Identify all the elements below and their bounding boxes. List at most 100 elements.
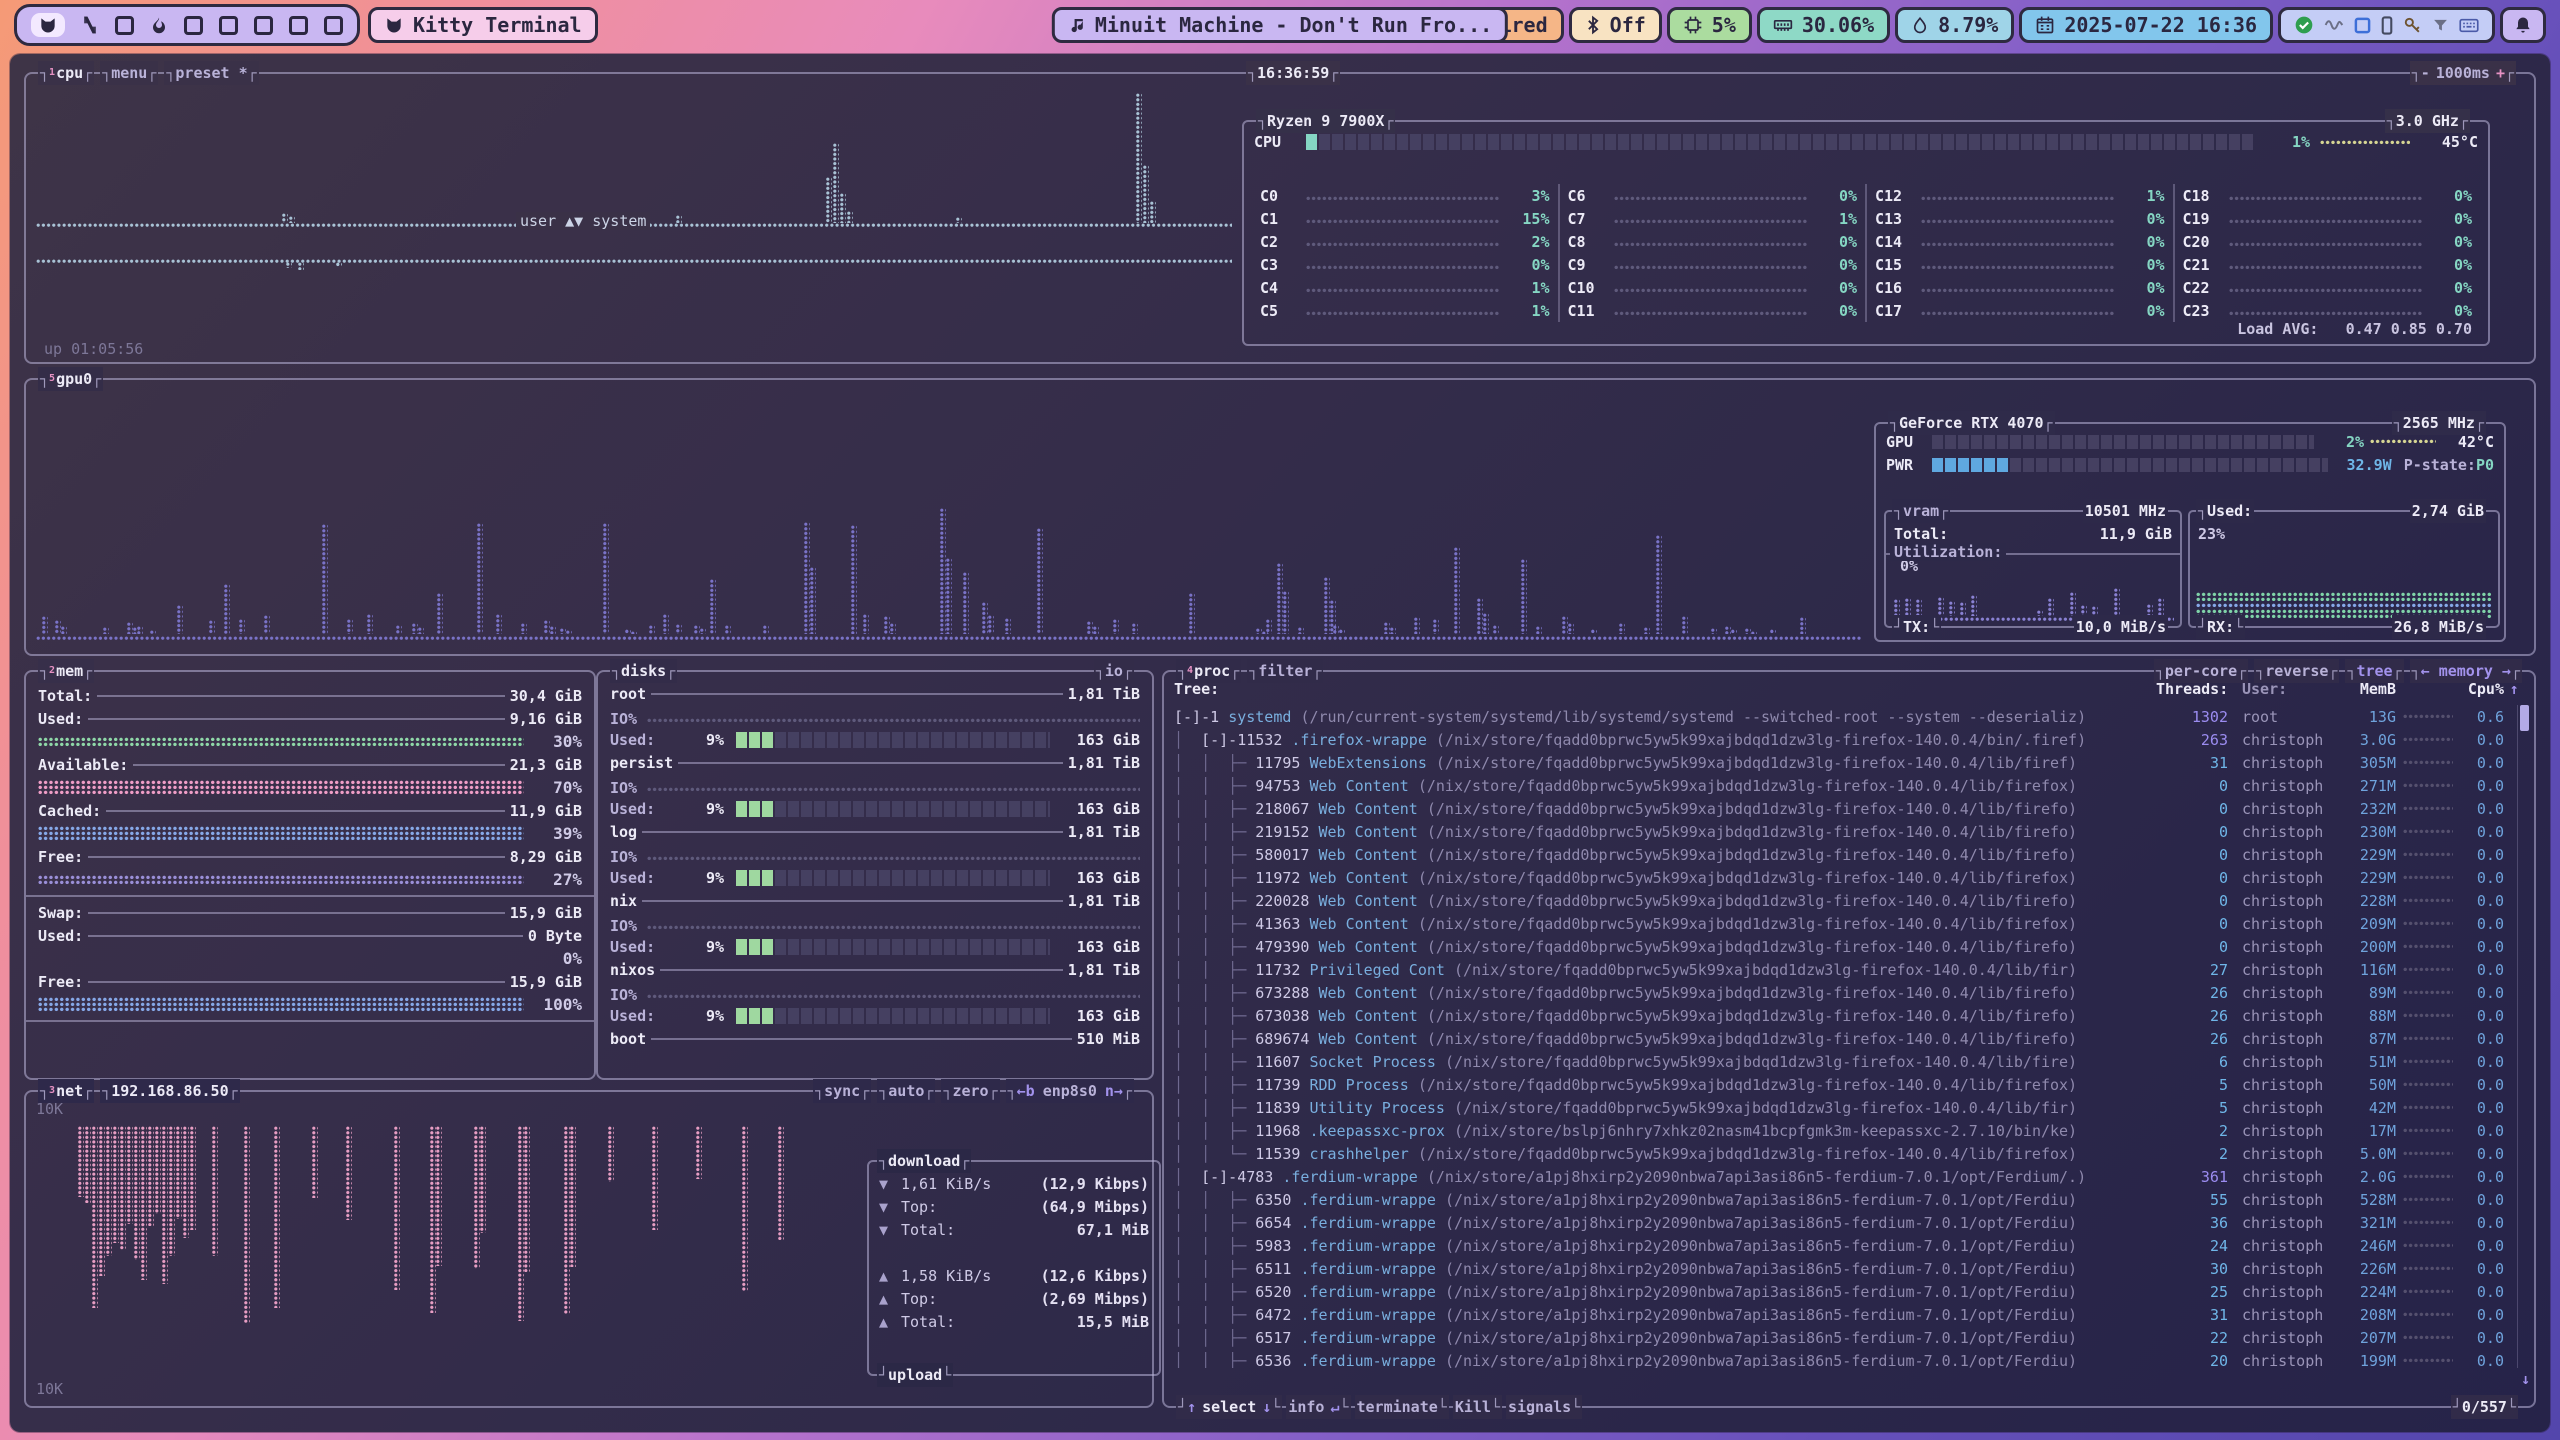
net-stat-label: Total: [901, 1221, 955, 1239]
core-load: 0% [1813, 279, 1857, 297]
tab-cpu[interactable]: ┐1cpu┌ [38, 61, 94, 85]
core-load: 0% [2428, 279, 2472, 297]
process-panel: ┐4proc┌ ┐filter┌ ┐per-core┌ ┐reverse┌ ┐t… [1162, 670, 2536, 1408]
process-row[interactable]: │ │ ├─ 6511 .ferdium-wrappe (/nix/store/… [1174, 1257, 2524, 1280]
core-load: 1% [1506, 302, 1550, 320]
preset-button[interactable]: ┐preset *┌ [164, 61, 258, 85]
memory-pill[interactable]: 30.06% [1757, 7, 1890, 43]
sync-button[interactable]: ┐sync┌ [813, 1079, 871, 1103]
process-row[interactable]: │ │ ├─ 220028 Web Content (/nix/store/fq… [1174, 889, 2524, 912]
process-row[interactable]: │ │ ├─ 11839 Utility Process (/nix/store… [1174, 1096, 2524, 1119]
process-row[interactable]: │ │ ├─ 219152 Web Content (/nix/store/fq… [1174, 820, 2524, 843]
io-mode-button[interactable]: ┐io┌ [1094, 659, 1134, 683]
workspace-icon[interactable] [289, 16, 308, 35]
process-row[interactable]: │ │ ├─ 5983 .ferdium-wrappe (/nix/store/… [1174, 1234, 2524, 1257]
nix-icon[interactable] [81, 15, 99, 35]
cpu-graph-split-label: user ▲▼ system [516, 212, 650, 230]
scroll-down-icon[interactable]: ↓ [2521, 1370, 2530, 1388]
process-row[interactable]: │ │ ├─ 6350 .ferdium-wrappe (/nix/store/… [1174, 1188, 2524, 1211]
zero-button[interactable]: ┐zero┌ [941, 1079, 999, 1103]
net-stat-row: ▲Top:(2,69 Mibps) [869, 1287, 1159, 1310]
process-row[interactable]: │ │ ├─ 6517 .ferdium-wrappe (/nix/store/… [1174, 1326, 2524, 1349]
auto-button[interactable]: ┐auto┌ [877, 1079, 935, 1103]
process-row[interactable]: │ │ ├─ 11739 RDD Process (/nix/store/fqa… [1174, 1073, 2524, 1096]
workspace-switcher[interactable] [14, 4, 360, 46]
process-row[interactable]: │ │ ├─ 580017 Web Content (/nix/store/fq… [1174, 843, 2524, 866]
system-tray[interactable] [2278, 7, 2495, 43]
disk-used-value: 163 GiB [1050, 800, 1140, 818]
flame-icon[interactable] [150, 15, 168, 35]
process-row[interactable]: │ │ ├─ 6536 .ferdium-wrappe (/nix/store/… [1174, 1349, 2524, 1368]
process-row[interactable]: │ │ ├─ 11968 .keepassxc-prox (/nix/store… [1174, 1119, 2524, 1142]
interface-switcher[interactable]: ┐←benp8s0n→┌ [1006, 1079, 1134, 1103]
process-row[interactable]: │ │ ├─ 673038 Web Content (/nix/store/fq… [1174, 1004, 2524, 1027]
kill-action[interactable]: Kill└ [1453, 1395, 1502, 1419]
process-row[interactable]: │ │ ├─ 11607 Socket Process (/nix/store/… [1174, 1050, 2524, 1073]
process-row[interactable]: │ │ ├─ 6654 .ferdium-wrappe (/nix/store/… [1174, 1211, 2524, 1234]
app-square-icon[interactable] [2354, 17, 2371, 34]
select-action[interactable]: ┘↑select↓└ [1176, 1395, 1282, 1419]
filter-button[interactable]: ┐filter┌ [1247, 659, 1323, 683]
tab-proc[interactable]: ┐4proc┌ [1176, 659, 1241, 683]
process-row[interactable]: │ │ ├─ 673288 Web Content (/nix/store/fq… [1174, 981, 2524, 1004]
per-core-toggle[interactable]: ┐per-core┌ [2154, 659, 2248, 683]
cpu-pill[interactable]: 5% [1667, 7, 1752, 43]
workspace-icon[interactable] [219, 16, 238, 35]
info-action[interactable]: info↵└ [1286, 1395, 1350, 1419]
reverse-toggle[interactable]: ┐reverse┌ [2254, 659, 2339, 683]
disk-used-label: Used: [610, 938, 680, 956]
disk-pill[interactable]: 8.79% [1895, 7, 2014, 43]
process-row[interactable]: │ │ ├─ 94753 Web Content (/nix/store/fqa… [1174, 774, 2524, 797]
process-row[interactable]: │ [-]-4783 .ferdium-wrappe (/nix/store/a… [1174, 1165, 2524, 1188]
media-player-pill[interactable]: Minuit Machine - Don't Run Fro... [1052, 7, 1508, 43]
memory-panel: ┐2mem┌ Total:30,4 GiBUsed:9,16 GiB30%Ava… [24, 670, 596, 1080]
process-row[interactable]: [-]-1 systemd (/run/current-system/syste… [1174, 705, 2524, 728]
disk-io-meter [647, 718, 1140, 723]
clock-pill[interactable]: 2025-07-22 16:36 [2019, 7, 2273, 43]
keyboard-icon[interactable] [2459, 18, 2479, 33]
gpu-temp-meter [2370, 439, 2436, 444]
tab-mem[interactable]: ┐2mem┌ [38, 659, 94, 683]
process-row[interactable]: │ │ ├─ 689674 Web Content (/nix/store/fq… [1174, 1027, 2524, 1050]
workspace-active[interactable] [31, 13, 65, 37]
workspace-icon[interactable] [115, 16, 134, 35]
process-row[interactable]: │ │ ├─ 218067 Web Content (/nix/store/fq… [1174, 797, 2524, 820]
process-row[interactable]: │ │ ├─ 6472 .ferdium-wrappe (/nix/store/… [1174, 1303, 2524, 1326]
workspace-icon[interactable] [184, 16, 203, 35]
tab-gpu[interactable]: ┐5gpu0┌ [38, 367, 103, 391]
terminate-action[interactable]: terminate└ [1355, 1395, 1449, 1419]
tab-net[interactable]: ┐3net┌ [38, 1079, 94, 1103]
workspace-icon[interactable] [324, 16, 343, 35]
disk-used-label: Used: [610, 731, 680, 749]
scrollbar-thumb[interactable] [2520, 705, 2529, 731]
process-row[interactable]: │ [-]-11532 .firefox-wrappe (/nix/store/… [1174, 728, 2524, 751]
notifications-pill[interactable] [2500, 7, 2546, 43]
menu-button[interactable]: ┐menu┌ [100, 61, 158, 85]
process-row[interactable]: │ │ ├─ 479390 Web Content (/nix/store/fq… [1174, 935, 2524, 958]
process-scrollbar[interactable] [2517, 705, 2529, 1368]
core-meter [1921, 265, 2115, 270]
process-row[interactable]: │ │ ├─ 11795 WebExtensions (/nix/store/f… [1174, 751, 2524, 774]
sort-column-switcher[interactable]: ┐← memory →┌ [2410, 659, 2522, 683]
window-title-tab[interactable]: Kitty Terminal [368, 7, 598, 43]
funnel-icon[interactable] [2432, 17, 2449, 34]
tree-toggle[interactable]: ┐tree┌ [2345, 659, 2403, 683]
signals-action[interactable]: signals└ [1506, 1395, 1582, 1419]
cpu-core: C170% [1875, 299, 2165, 322]
wave-icon[interactable] [2324, 18, 2344, 32]
key-icon[interactable] [2403, 16, 2422, 35]
disk-io-meter [647, 925, 1140, 930]
process-row[interactable]: │ │ └─ 11539 crashhelper (/nix/store/fqa… [1174, 1142, 2524, 1165]
update-interval-control[interactable]: ┐-1000ms+┌ [2410, 61, 2516, 85]
phone-icon[interactable] [2381, 16, 2393, 35]
process-row[interactable]: │ │ ├─ 41363 Web Content (/nix/store/fqa… [1174, 912, 2524, 935]
check-circle-icon[interactable] [2294, 15, 2314, 35]
process-row[interactable]: │ │ ├─ 11732 Privileged Cont (/nix/store… [1174, 958, 2524, 981]
process-row[interactable]: │ │ ├─ 6520 .ferdium-wrappe (/nix/store/… [1174, 1280, 2524, 1303]
memory-usage: 30.06% [1802, 13, 1874, 37]
bluetooth-pill[interactable]: Off [1569, 7, 1662, 43]
process-row[interactable]: │ │ ├─ 11972 Web Content (/nix/store/fqa… [1174, 866, 2524, 889]
tab-disks[interactable]: ┐disks┌ [610, 659, 677, 683]
cpu-core: C180% [2183, 184, 2473, 207]
workspace-icon[interactable] [254, 16, 273, 35]
